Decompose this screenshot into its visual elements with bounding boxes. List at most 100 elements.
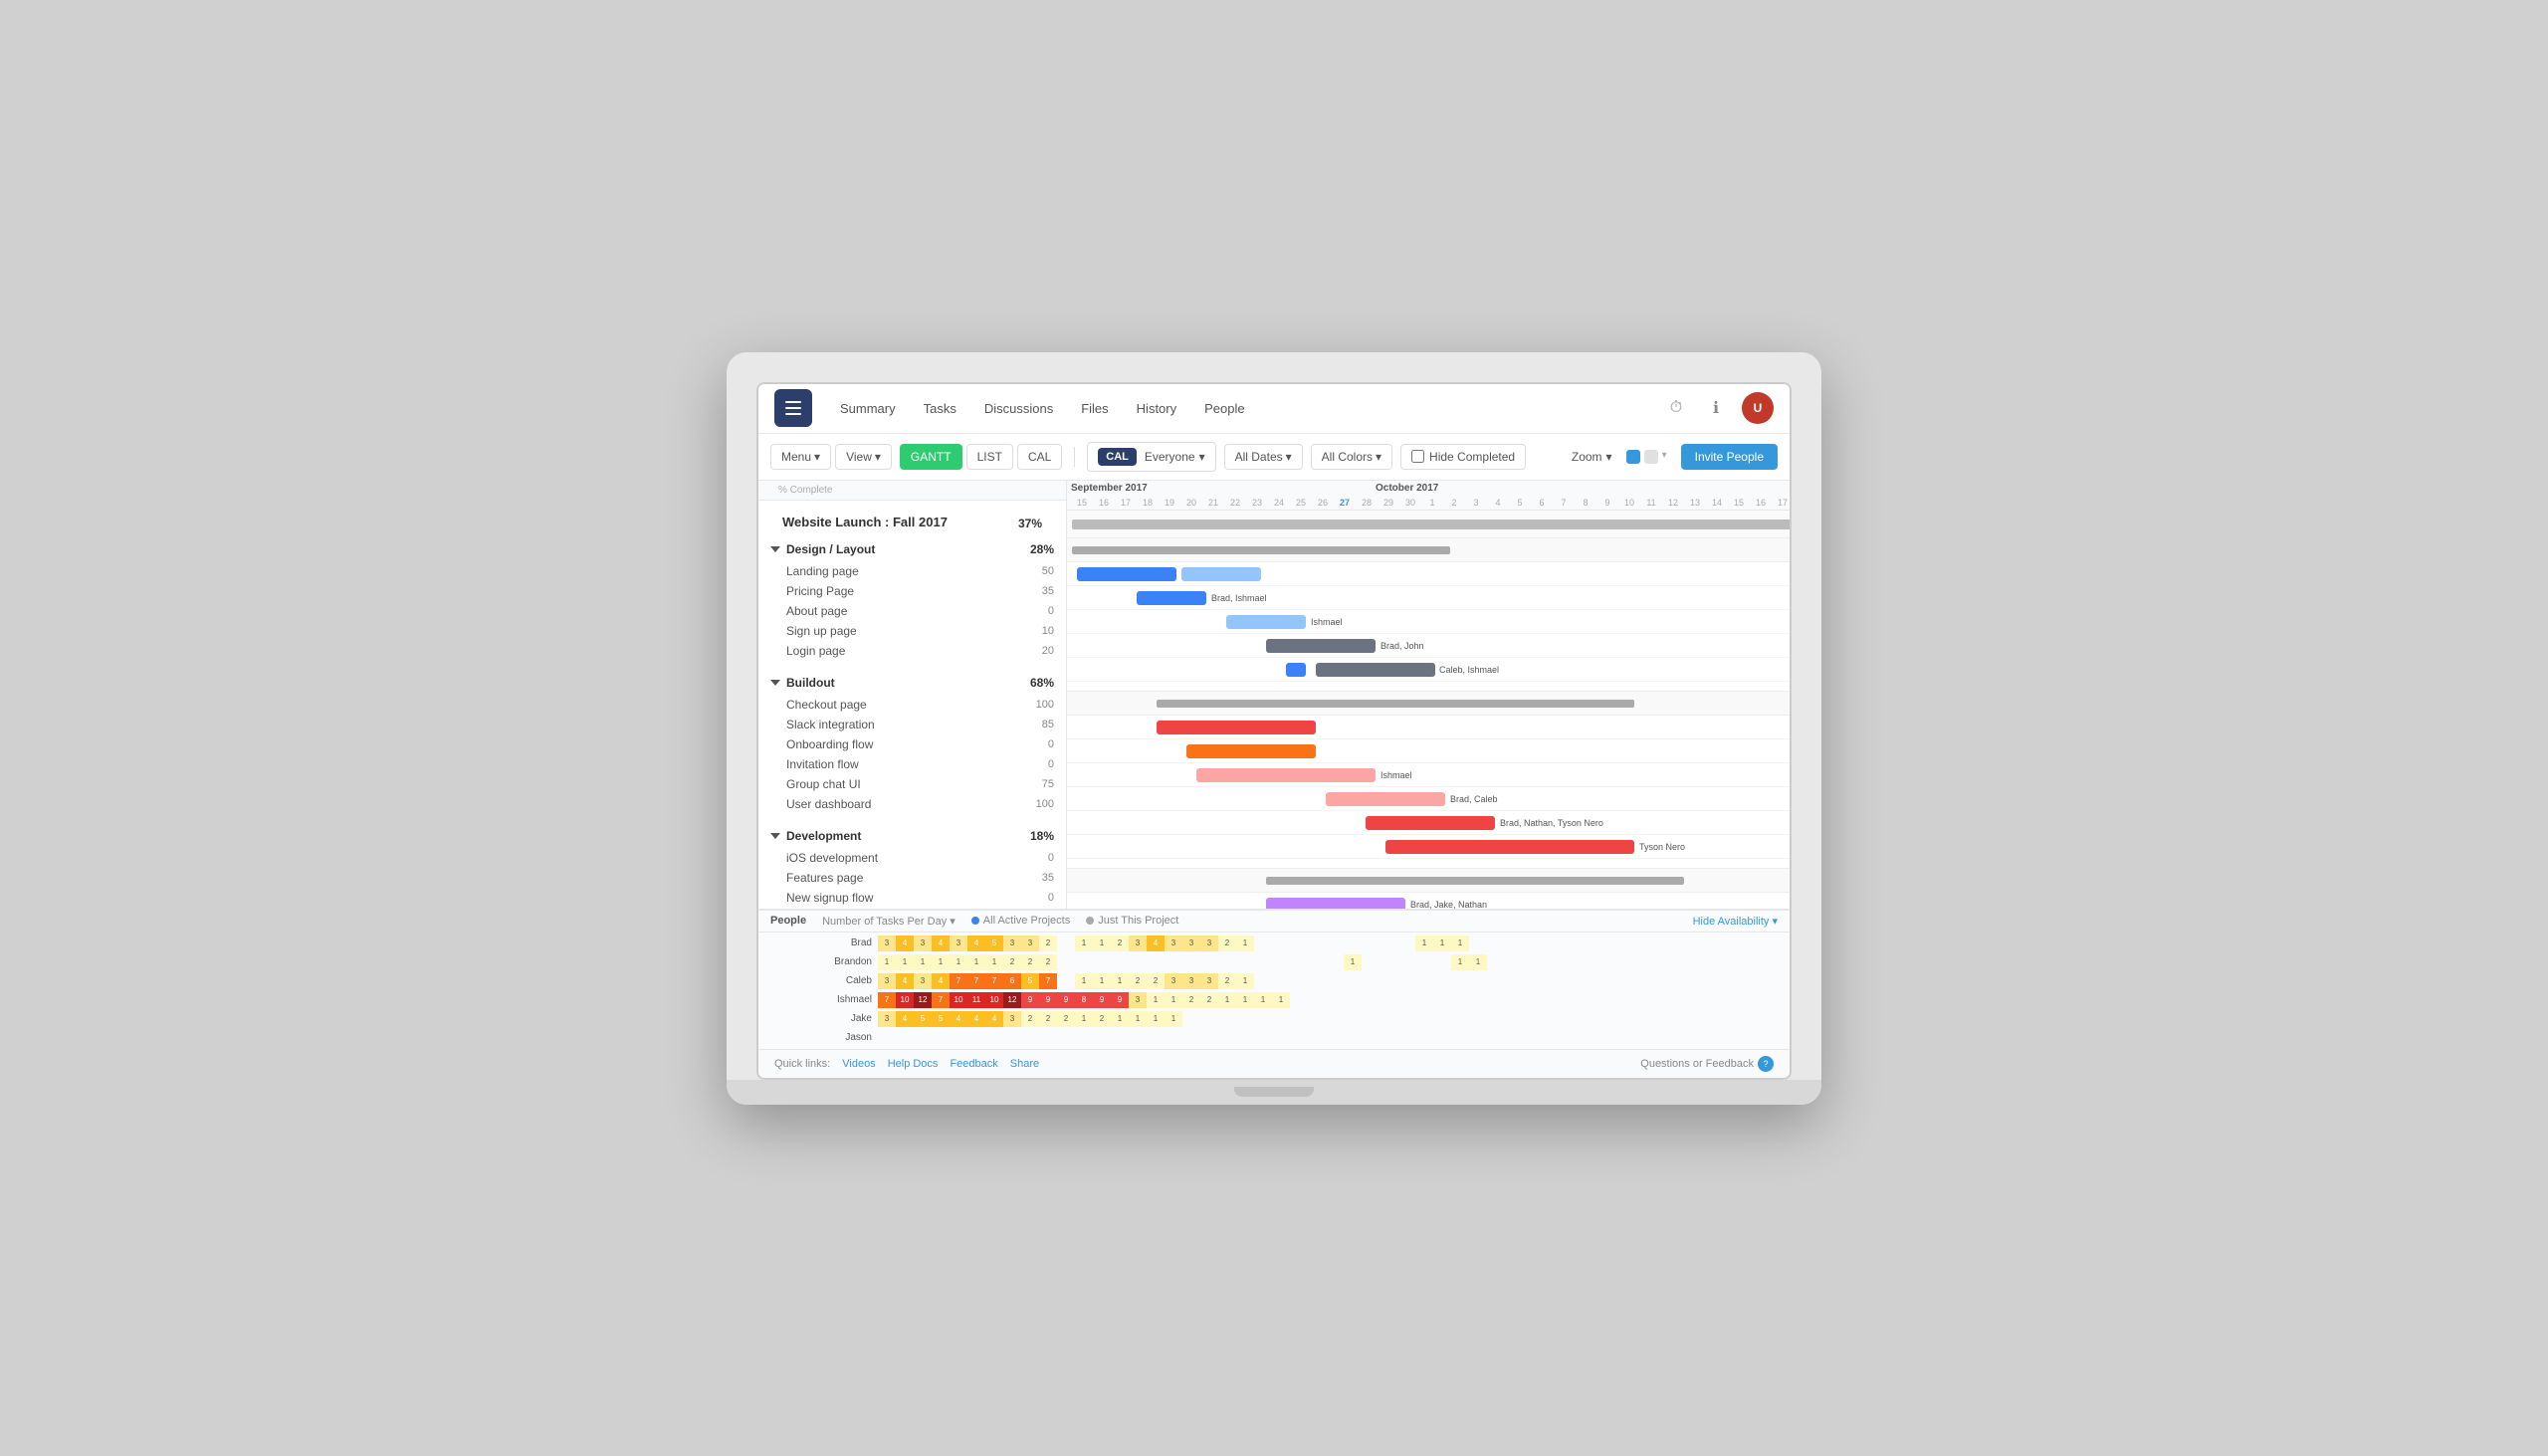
bar-landing (1077, 567, 1176, 581)
gantt-date-cell: 5 (1509, 498, 1531, 508)
avail-cell: 9 (1039, 992, 1057, 1008)
cal-button[interactable]: CAL (1017, 444, 1062, 470)
avail-cell: 1 (1433, 936, 1451, 951)
tab-history[interactable]: History (1125, 395, 1188, 422)
bar-checkout (1157, 721, 1316, 734)
avail-cell: 4 (896, 936, 914, 951)
avail-cell: 7 (1039, 973, 1057, 989)
avail-cell (1380, 973, 1397, 989)
avail-cell (1415, 954, 1433, 970)
gantt-row-login: Caleb, Ishmael (1067, 658, 1790, 682)
avail-cell (1344, 973, 1362, 989)
tab-discussions[interactable]: Discussions (972, 395, 1065, 422)
avail-cell: 5 (985, 936, 1003, 951)
group-buildout[interactable]: Buildout 68% (758, 671, 1066, 695)
avail-cell: 4 (932, 973, 950, 989)
avail-cell (1415, 992, 1433, 1008)
hide-completed-checkbox[interactable]: Hide Completed (1400, 444, 1526, 470)
avail-cell (1397, 1011, 1415, 1027)
avail-person-ishmael: Ishmael (818, 994, 878, 1005)
everyone-dropdown[interactable]: CAL Everyone ▾ (1087, 442, 1215, 472)
help-docs-link[interactable]: Help Docs (888, 1058, 939, 1070)
menu-button[interactable] (774, 389, 812, 427)
avail-cell (1057, 973, 1075, 989)
all-dates-dropdown[interactable]: All Dates ▾ (1224, 444, 1303, 470)
view-dropdown[interactable]: View ▾ (835, 444, 892, 470)
avail-cell (1057, 936, 1075, 951)
hide-completed-input[interactable] (1411, 450, 1424, 463)
task-row: Features page 35 (758, 868, 1066, 888)
avail-cell: 1 (1469, 954, 1487, 970)
avail-cell (1362, 954, 1380, 970)
tab-summary[interactable]: Summary (828, 395, 908, 422)
main-content: % Complete Website Launch : Fall 2017 37… (758, 481, 1790, 909)
bar-pricing-label: Brad, Ishmael (1211, 593, 1267, 603)
color-toggle-blue[interactable] (1626, 450, 1640, 464)
help-icon[interactable]: ℹ (1702, 394, 1730, 422)
gantt-date-cell: 21 (1202, 498, 1224, 508)
videos-link[interactable]: Videos (842, 1058, 875, 1070)
avail-cell: 4 (967, 936, 985, 951)
clock-icon[interactable]: ⏱ (1662, 394, 1690, 422)
menu-dropdown[interactable]: Menu ▾ (770, 444, 831, 470)
task-name: Sign up page (786, 624, 1024, 638)
avail-cell (1397, 992, 1415, 1008)
gantt-date-cell: 16 (1093, 498, 1115, 508)
avail-cell: 9 (1111, 992, 1129, 1008)
gantt-button[interactable]: GANTT (900, 444, 962, 470)
avatar[interactable]: U (1742, 392, 1774, 424)
color-toggle-gray[interactable] (1644, 450, 1658, 464)
availability-grid[interactable]: Brad 34343453321123433321111 Brandon 111… (758, 933, 1790, 1049)
feedback-link[interactable]: Feedback (950, 1058, 997, 1070)
bottom-section: People Number of Tasks Per Day ▾ All Act… (758, 909, 1790, 1049)
avail-cell: 1 (967, 954, 985, 970)
avail-cell: 1 (1415, 936, 1433, 951)
avail-cell: 3 (1165, 973, 1182, 989)
avail-cell (1433, 973, 1451, 989)
group-bar-design (1072, 546, 1450, 554)
pct-complete-label: % Complete (770, 485, 840, 496)
bar-signup-label: Brad, John (1380, 641, 1424, 651)
avail-cell: 1 (1075, 936, 1093, 951)
task-row: Sign up page 10 (758, 621, 1066, 641)
avail-cell (1326, 973, 1344, 989)
task-pct: 50 (1024, 565, 1054, 577)
list-button[interactable]: LIST (966, 444, 1013, 470)
avail-cell: 2 (1039, 936, 1057, 951)
gantt-scroll[interactable]: September 2017 October 2017 // Will rend… (1067, 481, 1790, 909)
avail-cell (1308, 1011, 1326, 1027)
gantt-date-cell: 4 (1487, 498, 1509, 508)
invite-people-button[interactable]: Invite People (1681, 444, 1778, 470)
divider (1074, 447, 1075, 467)
tab-files[interactable]: Files (1069, 395, 1120, 422)
tab-people[interactable]: People (1192, 395, 1256, 422)
chevron-down-icon: ▾ (950, 916, 956, 928)
avail-cell: 1 (1111, 1011, 1129, 1027)
task-pct: 100 (1024, 798, 1054, 810)
share-link[interactable]: Share (1010, 1058, 1039, 1070)
feedback-badge[interactable]: ? (1758, 1056, 1774, 1072)
avail-cell: 2 (1129, 973, 1147, 989)
avail-cell: 1 (1236, 992, 1254, 1008)
tab-tasks[interactable]: Tasks (912, 395, 968, 422)
gantt-date-cell: 23 (1246, 498, 1268, 508)
group-design-layout[interactable]: Design / Layout 28% (758, 537, 1066, 561)
avail-cell (1290, 1030, 1308, 1046)
avail-cell (1308, 992, 1326, 1008)
avail-cell (1433, 1011, 1451, 1027)
gantt-group-row-design (1067, 538, 1790, 562)
avail-cell (1254, 1011, 1272, 1027)
project-bar (1072, 520, 1790, 529)
gantt-group-row-buildout (1067, 692, 1790, 716)
bar-userdash (1385, 840, 1634, 854)
group-development[interactable]: Development 18% (758, 824, 1066, 848)
hide-availability-button[interactable]: Hide Availability ▾ (1693, 915, 1778, 928)
all-colors-dropdown[interactable]: All Colors ▾ (1311, 444, 1392, 470)
gantt-row-invitation: Brad, Caleb (1067, 787, 1790, 811)
avail-cell (1272, 954, 1290, 970)
avail-cell (1433, 992, 1451, 1008)
avail-cell: 1 (896, 954, 914, 970)
avail-cell: 7 (967, 973, 985, 989)
avail-cell (1469, 973, 1487, 989)
avail-cell (1218, 1030, 1236, 1046)
